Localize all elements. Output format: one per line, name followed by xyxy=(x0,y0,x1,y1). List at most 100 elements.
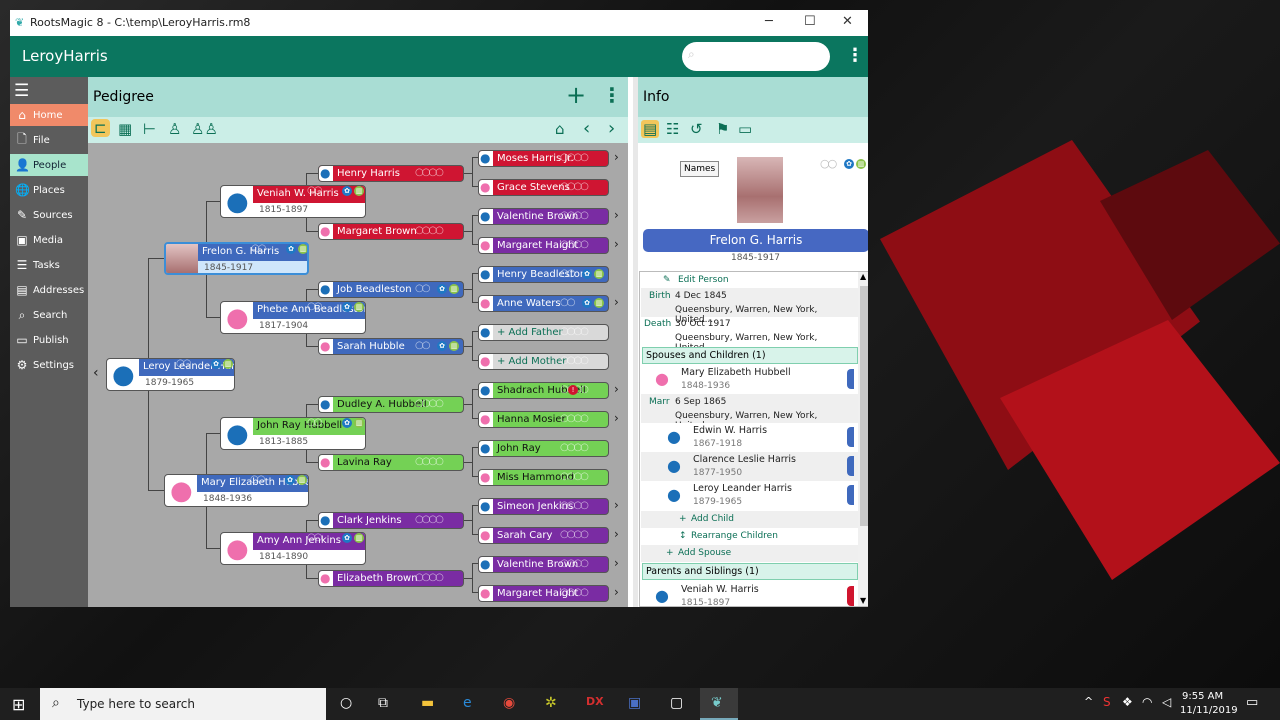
familysearch-icon[interactable]: ✿ xyxy=(342,418,352,428)
expand-ancestors-arrow[interactable]: › xyxy=(614,411,619,425)
hints-icon[interactable]: ▥ xyxy=(856,159,866,169)
sidebar-item-file[interactable]: 🗋 File xyxy=(10,129,88,151)
pedigree-person-bar[interactable]: ● Miss Hammond ○○○○ xyxy=(478,469,609,486)
individual-view-icon[interactable]: ♙ xyxy=(168,120,181,138)
network-icon[interactable]: ◠ xyxy=(1142,695,1152,709)
app-icon[interactable]: ✲ xyxy=(545,695,557,711)
expand-ancestors-arrow[interactable]: › xyxy=(614,295,619,309)
cortana-icon[interactable]: ○ xyxy=(340,695,352,711)
maximize-button[interactable]: ☐ xyxy=(804,14,816,29)
scroll-up-icon[interactable]: ▲ xyxy=(860,272,866,281)
sidebar-item-addresses[interactable]: ▤ Addresses xyxy=(10,279,88,301)
rootsmagic-taskbar-icon[interactable]: ❦ xyxy=(700,688,738,720)
edge-icon[interactable]: e xyxy=(463,695,472,711)
familysearch-icon[interactable]: ✿ xyxy=(342,533,352,543)
add-parent-button[interactable]: ● + Add Mother ○○○○ xyxy=(478,353,609,370)
navigate-child-arrow[interactable]: ‹ xyxy=(93,365,99,381)
pedigree-person-bar[interactable]: ● Margaret Haight ○○○○ xyxy=(478,237,609,254)
back-icon[interactable]: ‹ xyxy=(583,118,590,139)
sidebar-item-publish[interactable]: ▭ Publish xyxy=(10,329,88,351)
pedigree-person-bar[interactable]: ● Elizabeth Brown ○○○○ xyxy=(318,570,464,587)
bookmark-icon[interactable]: ⚑ xyxy=(716,120,729,138)
family-view-icon[interactable]: ▦ xyxy=(118,120,132,138)
sidebar-item-tasks[interactable]: ☰ Tasks xyxy=(10,254,88,276)
volume-icon[interactable]: ◁ xyxy=(1162,695,1171,709)
media-folder-icon[interactable]: ▭ xyxy=(738,120,752,138)
pedigree-person-bar[interactable]: ●Shadrach Hubbell○○○○! xyxy=(478,382,609,399)
pedigree-person-bar[interactable]: ● Henry Harris ○○○○ xyxy=(318,165,464,182)
names-icon[interactable]: ☷ xyxy=(666,120,679,138)
forward-icon[interactable]: › xyxy=(608,118,615,139)
hints-icon[interactable]: ▥ xyxy=(297,475,307,485)
task-view-icon[interactable]: ⧉ xyxy=(378,695,388,711)
pedigree-person-bar[interactable]: ● Hanna Mosier ○○○○ xyxy=(478,411,609,428)
hints-icon[interactable]: ▥ xyxy=(298,244,307,254)
edit-person-link[interactable]: Edit Person xyxy=(678,275,729,285)
pedigree-person-bar[interactable]: ● Valentine Brown ○○○○ xyxy=(478,556,609,573)
rearrange-children-link[interactable]: Rearrange Children xyxy=(691,531,778,541)
expand-ancestors-arrow[interactable]: › xyxy=(614,585,619,599)
familysearch-icon[interactable]: ✿ xyxy=(582,298,592,308)
hints-icon[interactable]: ▥ xyxy=(354,533,364,543)
sidebar-item-sources[interactable]: ✎ Sources xyxy=(10,204,88,226)
taskbar-search-box[interactable]: ⌕ Type here to search xyxy=(40,688,326,720)
minimize-button[interactable]: ─ xyxy=(765,14,773,29)
info-scrollbar[interactable]: ▲ ▼ xyxy=(858,272,868,606)
people-view-icon[interactable]: ♙♙ xyxy=(191,120,218,138)
child-row[interactable]: ● Clarence Leslie Harris 1877-1950 xyxy=(641,452,858,481)
familysearch-icon[interactable]: ✿ xyxy=(844,159,854,169)
familysearch-icon[interactable]: ✿ xyxy=(286,244,296,254)
windows-start-icon[interactable]: ⊞ xyxy=(12,695,25,714)
person-card-icon[interactable]: ▤ xyxy=(641,120,660,138)
sidebar-item-people[interactable]: 👤 People xyxy=(10,154,88,176)
familysearch-icon[interactable]: ✿ xyxy=(582,269,592,279)
pedigree-person-card[interactable]: ● Amy Ann Jenkins 1814-1890 ○○ ✿ ▥ xyxy=(220,532,366,565)
sidebar-item-settings[interactable]: ⚙ Settings xyxy=(10,354,88,376)
pedigree-person-bar[interactable]: ● Henry Beadleston ○○ ✿ ▥ xyxy=(478,266,609,283)
death-fact[interactable]: Death 30 Oct 1917 Queensbury, Warren, New … xyxy=(641,317,858,353)
familysearch-icon[interactable]: ✿ xyxy=(437,341,447,351)
pedigree-person-bar[interactable]: ● Sarah Cary ○○○○ xyxy=(478,527,609,544)
pedigree-person-bar[interactable]: ● Valentine Brown ○○○○ xyxy=(478,208,609,225)
child-row[interactable]: ● Leroy Leander Harris 1879-1965 xyxy=(641,481,858,510)
pedigree-person-card[interactable]: ●Leroy Leander Harris1879-1965○○✿▥ xyxy=(106,358,235,391)
parent-row[interactable]: ● Veniah W. Harris 1815-1897 xyxy=(641,582,858,606)
clock-date[interactable]: 11/11/2019 xyxy=(1180,705,1238,716)
sidebar-item-places[interactable]: 🌐 Places xyxy=(10,179,88,201)
hints-icon[interactable]: ▥ xyxy=(223,359,233,369)
familysearch-icon[interactable]: ✿ xyxy=(342,186,352,196)
hints-icon[interactable]: ▥ xyxy=(449,284,459,294)
pedigree-person-bar[interactable]: ● Clark Jenkins ○○○○ xyxy=(318,512,464,529)
familysearch-icon[interactable]: ✿ xyxy=(211,359,221,369)
dx-app-icon[interactable]: DX xyxy=(586,695,604,708)
pedigree-person-bar[interactable]: ● Sarah Hubble ○○ ✿ ▥ xyxy=(318,338,464,355)
descendant-view-icon[interactable]: ⊢ xyxy=(143,120,156,138)
expand-ancestors-arrow[interactable]: › xyxy=(614,527,619,541)
familysearch-icon[interactable]: ✿ xyxy=(285,475,295,485)
person-name-banner[interactable]: Frelon G. Harris xyxy=(643,229,868,252)
pedigree-person-bar[interactable]: ● Margaret Brown ○○○○ xyxy=(318,223,464,240)
expand-ancestors-arrow[interactable]: › xyxy=(614,150,619,164)
pedigree-person-card[interactable]: Frelon G. Harris 1845-1917 ○○ ✿ ▥ xyxy=(164,242,309,275)
birth-fact[interactable]: Birth 4 Dec 1845 Queensbury, Warren, New Y… xyxy=(641,288,858,325)
expand-ancestors-arrow[interactable]: › xyxy=(614,237,619,251)
expand-ancestors-arrow[interactable]: › xyxy=(614,382,619,396)
notifications-icon[interactable]: ▭ xyxy=(1246,695,1258,710)
pedigree-person-bar[interactable]: ● Simeon Jenkins ○○○○ xyxy=(478,498,609,515)
history-icon[interactable]: ↺ xyxy=(690,120,703,138)
child-row[interactable]: ● Edwin W. Harris 1867-1918 xyxy=(641,423,858,452)
hints-icon[interactable]: ▥ xyxy=(354,186,364,196)
pedigree-person-bar[interactable]: ● Dudley A. Hubbell ○○○○ xyxy=(318,396,464,413)
sidebar-item-home[interactable]: ⌂ Home xyxy=(10,104,88,126)
pedigree-person-card[interactable]: ● Veniah W. Harris 1815-1897 ○○ ✿ ▥ xyxy=(220,185,366,218)
expand-ancestors-arrow[interactable]: › xyxy=(614,208,619,222)
add-person-button[interactable]: + xyxy=(566,81,586,109)
search-input[interactable]: ⌕ xyxy=(682,42,830,71)
pedigree-person-bar[interactable]: ● Grace Stevens ○○○○ xyxy=(478,179,609,196)
expand-ancestors-arrow[interactable]: › xyxy=(614,498,619,512)
pedigree-person-bar[interactable]: ● Margaret Haight ○○○○ xyxy=(478,585,609,602)
clock-time[interactable]: 9:55 AM xyxy=(1182,691,1223,702)
spouses-section-header[interactable]: Spouses and Children (1) xyxy=(642,347,858,364)
familysearch-icon[interactable]: ✿ xyxy=(342,302,352,312)
sidebar-item-search[interactable]: ⌕ Search xyxy=(10,304,88,326)
